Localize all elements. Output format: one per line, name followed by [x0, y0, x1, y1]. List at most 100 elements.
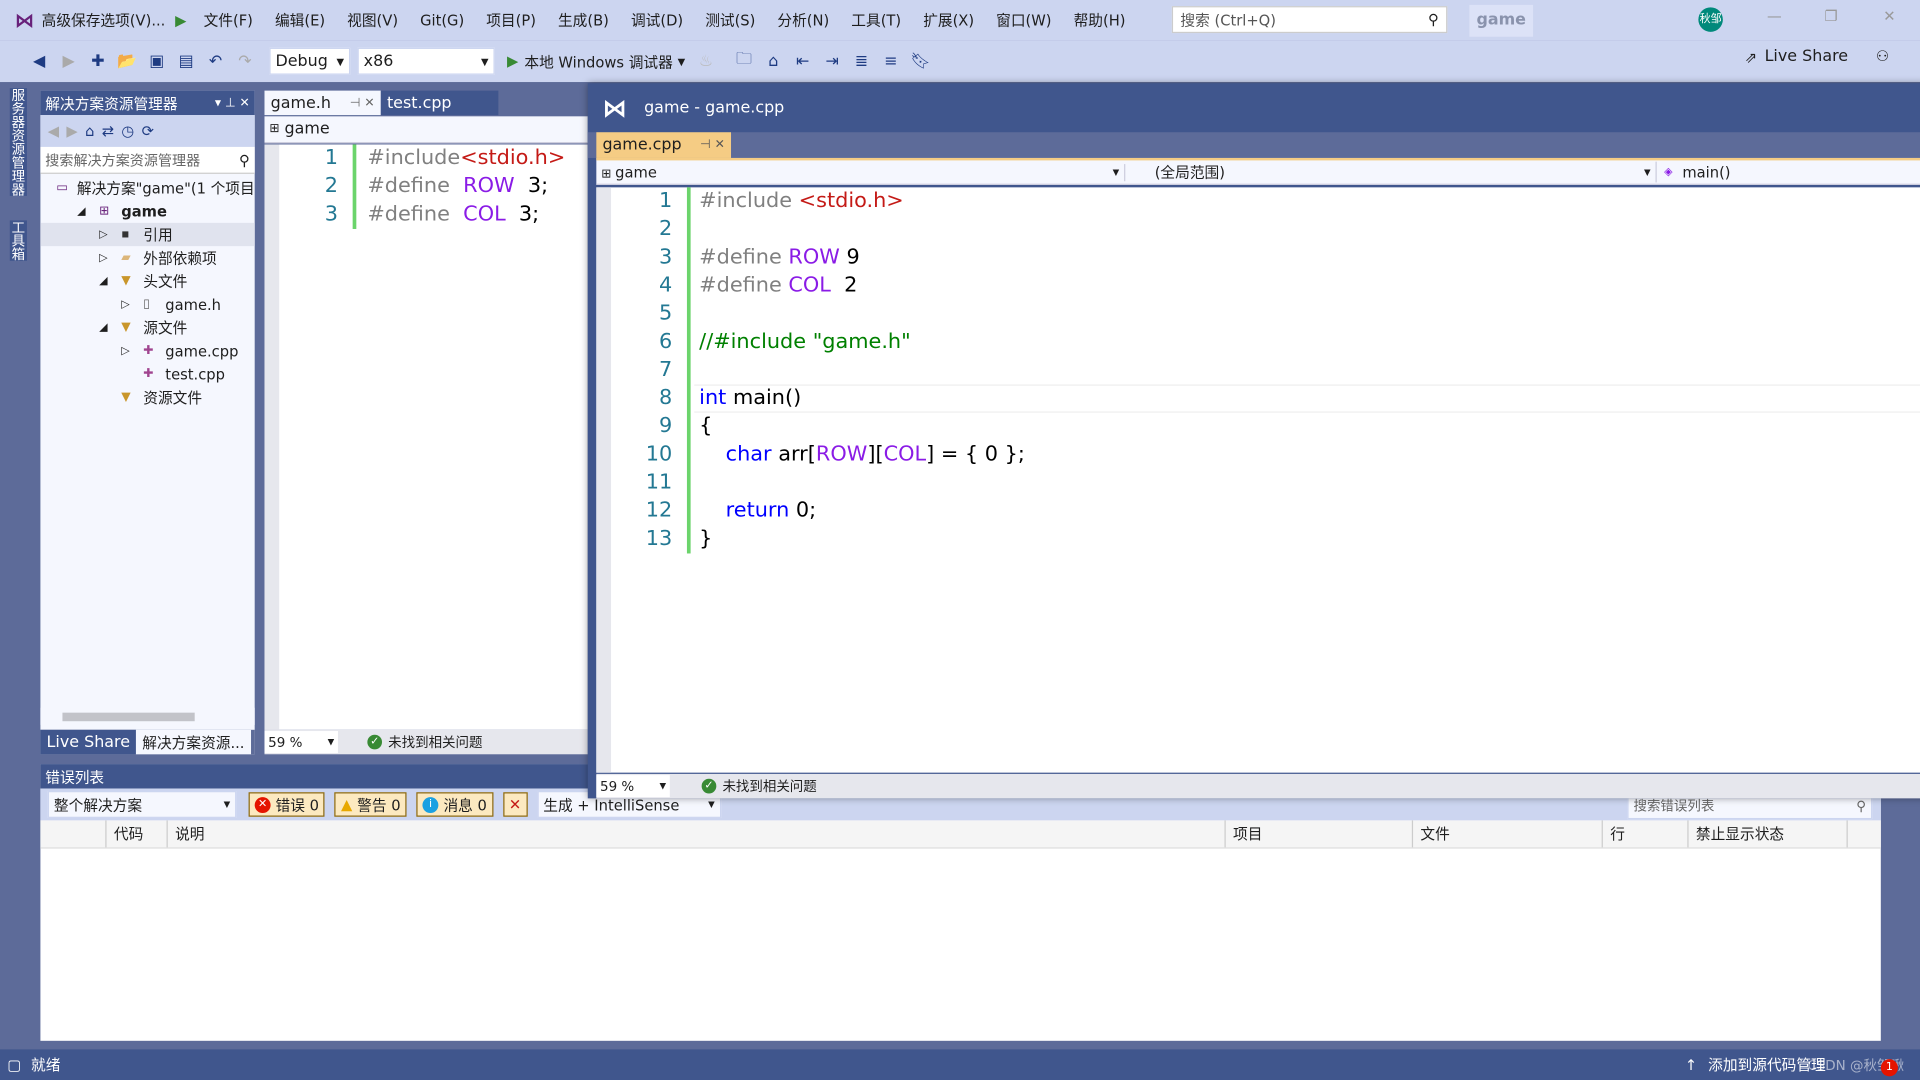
warnings-filter-button[interactable]: ▲ 警告 0: [334, 792, 407, 817]
hot-reload-icon[interactable]: ♨: [695, 50, 717, 72]
tab-game-cpp[interactable]: game.cpp ⊣ ✕: [596, 132, 732, 158]
code-line[interactable]: [699, 469, 1025, 497]
horizontal-scrollbar[interactable]: [40, 707, 255, 725]
menu-item[interactable]: 编辑(E): [275, 10, 325, 31]
start-debug-button[interactable]: 本地 Windows 调试器: [524, 51, 672, 72]
platform-select[interactable]: x86 ▼: [357, 47, 495, 75]
tab-live-share[interactable]: Live Share: [40, 729, 137, 755]
pin-close-icons[interactable]: ⊣ ✕: [350, 96, 375, 109]
clear-filter-button[interactable]: ✕: [502, 792, 528, 817]
chevron-down-icon[interactable]: ▼: [678, 56, 686, 67]
code-line[interactable]: [699, 216, 1025, 244]
tab-test-cpp[interactable]: test.cpp: [380, 90, 499, 116]
side-tab-toolbox[interactable]: 工具箱: [9, 220, 27, 261]
menu-item[interactable]: Git(G): [420, 12, 464, 29]
indent-icon[interactable]: ⇥: [821, 50, 843, 72]
forward-icon[interactable]: ▶: [58, 50, 80, 72]
start-debug-icon[interactable]: ▶: [507, 53, 518, 70]
tree-item[interactable]: ▷ ▪ 引用: [40, 222, 255, 247]
back-icon[interactable]: ◀: [48, 122, 59, 139]
code-line[interactable]: #define ROW 3;: [367, 173, 565, 201]
code-line[interactable]: #include <stdio.h>: [699, 187, 1025, 215]
forward-icon[interactable]: ▶: [66, 122, 77, 139]
panel-controls[interactable]: ▾ ⊥ ✕: [215, 96, 250, 109]
home-icon[interactable]: ⌂: [762, 50, 784, 72]
undo-icon[interactable]: ↶: [204, 50, 226, 72]
new-project-icon[interactable]: ✚: [87, 50, 109, 72]
column-header[interactable]: 代码: [107, 820, 168, 848]
column-header[interactable]: 文件: [1413, 820, 1603, 848]
comment-icon[interactable]: ≣: [851, 50, 873, 72]
home-icon[interactable]: ⌂: [85, 122, 94, 139]
redo-icon[interactable]: ↷: [234, 50, 256, 72]
close-window-button[interactable]: ✕: [1883, 7, 1895, 24]
notification-badge[interactable]: 1: [1880, 1059, 1898, 1077]
restore-button[interactable]: ❐: [1824, 7, 1837, 24]
code-line[interactable]: int main(): [699, 384, 1025, 412]
tree-item[interactable]: ▷ ▯ game.h: [40, 293, 254, 316]
column-header[interactable]: 说明: [168, 820, 1226, 848]
code-line[interactable]: #define COL 2: [699, 272, 1025, 300]
tree-item[interactable]: ▷ ▰ 外部依赖项: [40, 246, 254, 269]
issues-status[interactable]: 未找到相关问题: [722, 776, 816, 796]
solution-search-input[interactable]: 搜索解决方案资源管理器 ⚲: [40, 146, 255, 174]
menu-item[interactable]: 项目(P): [486, 10, 536, 31]
live-share-button[interactable]: ⇗ Live Share: [1745, 48, 1848, 66]
expander-icon[interactable]: ▷: [99, 252, 121, 264]
column-header[interactable]: 项目: [1226, 820, 1414, 848]
pin-close-icons[interactable]: ⊣ ✕: [700, 138, 725, 151]
column-header[interactable]: 禁止显示状态: [1689, 820, 1848, 848]
menu-item[interactable]: 文件(F): [204, 10, 253, 31]
menu-item[interactable]: 窗口(W): [996, 10, 1051, 31]
menu-item[interactable]: 调试(D): [631, 10, 683, 31]
feedback-icon[interactable]: ⚇: [1876, 48, 1889, 65]
error-scope-select[interactable]: 整个解决方案 ▼: [47, 791, 237, 818]
open-icon[interactable]: 📂: [116, 50, 138, 72]
minimize-button[interactable]: —: [1767, 7, 1782, 24]
find-in-files-icon[interactable]: 🗀: [733, 50, 755, 72]
uncomment-icon[interactable]: ≡: [880, 50, 902, 72]
menu-item[interactable]: 测试(S): [705, 10, 755, 31]
tree-item[interactable]: ▼ 资源文件: [40, 386, 254, 409]
run-icon[interactable]: ▶: [175, 12, 186, 29]
member-select[interactable]: ◈ main(): [1657, 163, 1730, 180]
project-scope-select[interactable]: ⊞ game ▼: [596, 163, 1126, 181]
global-scope-select[interactable]: (全局范围) ▼: [1125, 161, 1657, 183]
code-line[interactable]: {: [699, 413, 1025, 441]
code-line[interactable]: char arr[ROW][COL] = { 0 };: [699, 441, 1025, 469]
column-header[interactable]: [40, 820, 107, 848]
tab-solution-explorer[interactable]: 解决方案资源...: [136, 729, 251, 755]
menu-item[interactable]: 工具(T): [851, 10, 901, 31]
menu-item[interactable]: 帮助(H): [1074, 10, 1126, 31]
avatar[interactable]: 秋邹: [1698, 7, 1723, 32]
menu-item[interactable]: 生成(B): [558, 10, 609, 31]
code-line[interactable]: }: [699, 525, 1025, 553]
zoom-select[interactable]: 59 % ▼: [596, 775, 670, 798]
code-line[interactable]: #define COL 3;: [367, 201, 565, 229]
menu-item[interactable]: 视图(V): [347, 10, 398, 31]
messages-filter-button[interactable]: i 消息 0: [416, 792, 493, 817]
back-icon[interactable]: ◀: [28, 50, 50, 72]
code-line[interactable]: #include<stdio.h>: [367, 144, 565, 172]
expander-icon[interactable]: ▷: [99, 228, 121, 240]
tab-game-h[interactable]: game.h ⊣ ✕: [264, 90, 381, 116]
advanced-save-menu[interactable]: 高级保存选项(V)...: [42, 10, 166, 31]
code-line[interactable]: [699, 300, 1025, 328]
expander-icon[interactable]: ◢: [99, 275, 121, 287]
code-line[interactable]: return 0;: [699, 497, 1025, 525]
side-tab-server-explorer[interactable]: 服务器资源管理器: [9, 88, 27, 196]
errors-filter-button[interactable]: ✕ 错误 0: [248, 792, 326, 817]
code-line[interactable]: [699, 356, 1025, 384]
expander-icon[interactable]: ◢: [77, 205, 99, 217]
tree-item[interactable]: ◢ ▼ 源文件: [40, 316, 254, 339]
save-all-icon[interactable]: ▤: [175, 50, 197, 72]
floating-title-bar[interactable]: ⋈ game - game.cpp: [588, 83, 1920, 132]
scrollbar-thumb[interactable]: [62, 712, 195, 722]
column-header[interactable]: 行: [1603, 820, 1689, 848]
expander-icon[interactable]: ▷: [121, 298, 143, 310]
menu-item[interactable]: 分析(N): [777, 10, 829, 31]
expander-icon[interactable]: ◢: [99, 321, 121, 333]
switch-view-icon[interactable]: ⇄: [102, 122, 114, 139]
tree-item[interactable]: ✚ test.cpp: [40, 362, 254, 385]
left-code-area[interactable]: 123 #include<stdio.h> #define ROW 3; #defi…: [264, 144, 588, 730]
